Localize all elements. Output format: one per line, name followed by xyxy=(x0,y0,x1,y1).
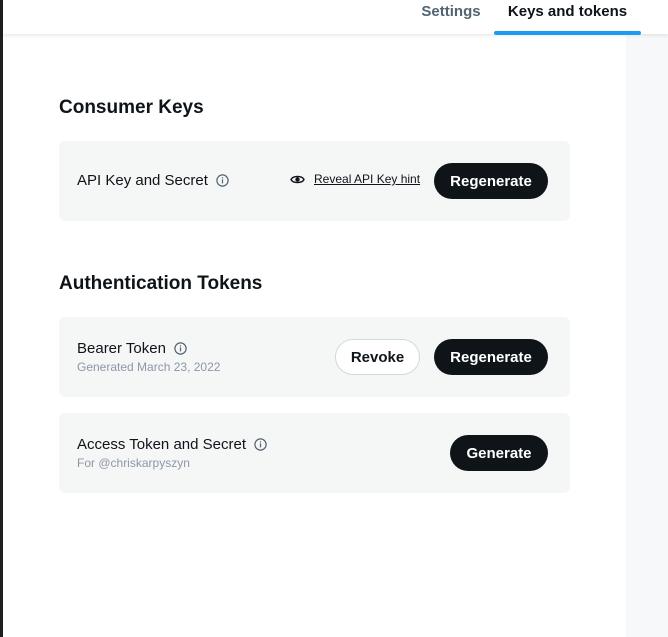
bearer-token-revoke-button[interactable]: Revoke xyxy=(335,339,420,375)
access-token-owner: For @chriskarpyszyn xyxy=(77,456,190,470)
api-key-label-row: API Key and Secret xyxy=(77,172,229,189)
active-tab-indicator xyxy=(494,31,641,35)
consumer-keys-heading: Consumer Keys xyxy=(59,97,204,118)
tab-settings-label: Settings xyxy=(421,3,481,20)
api-key-card: API Key and Secret Reveal API Key hint R… xyxy=(59,141,570,221)
api-key-regenerate-label: Regenerate xyxy=(450,172,532,190)
info-icon[interactable] xyxy=(216,174,229,187)
bearer-token-card: Bearer Token Generated March 23, 2022 Re… xyxy=(59,317,570,397)
window-left-edge xyxy=(0,0,3,637)
access-token-generate-button[interactable]: Generate xyxy=(450,435,548,471)
right-side-panel xyxy=(626,34,668,637)
eye-icon xyxy=(290,175,305,183)
bearer-token-label-row: Bearer Token xyxy=(77,340,187,357)
bearer-token-label: Bearer Token xyxy=(77,340,166,357)
authentication-tokens-heading: Authentication Tokens xyxy=(59,273,263,294)
tab-bar: Settings Keys and tokens xyxy=(3,0,668,35)
access-token-generate-label: Generate xyxy=(466,444,532,462)
access-token-label-row: Access Token and Secret xyxy=(77,436,267,453)
bearer-token-regenerate-label: Regenerate xyxy=(450,348,532,366)
reveal-api-key-label: Reveal API Key hint xyxy=(314,172,421,186)
bearer-token-revoke-label: Revoke xyxy=(350,348,405,366)
api-key-regenerate-button[interactable]: Regenerate xyxy=(434,163,548,199)
tab-settings[interactable]: Settings xyxy=(406,0,496,34)
tab-keys-label: Keys and tokens xyxy=(507,3,628,20)
tab-keys-and-tokens[interactable]: Keys and tokens xyxy=(494,0,641,34)
info-icon[interactable] xyxy=(174,342,187,355)
access-token-label: Access Token and Secret xyxy=(77,436,246,453)
reveal-api-key-link[interactable]: Reveal API Key hint xyxy=(290,172,420,186)
access-token-card: Access Token and Secret For @chriskarpys… xyxy=(59,413,570,493)
bearer-token-regenerate-button[interactable]: Regenerate xyxy=(434,339,548,375)
info-icon[interactable] xyxy=(254,438,267,451)
api-key-label: API Key and Secret xyxy=(77,172,208,189)
bearer-token-generated-date: Generated March 23, 2022 xyxy=(77,360,221,374)
